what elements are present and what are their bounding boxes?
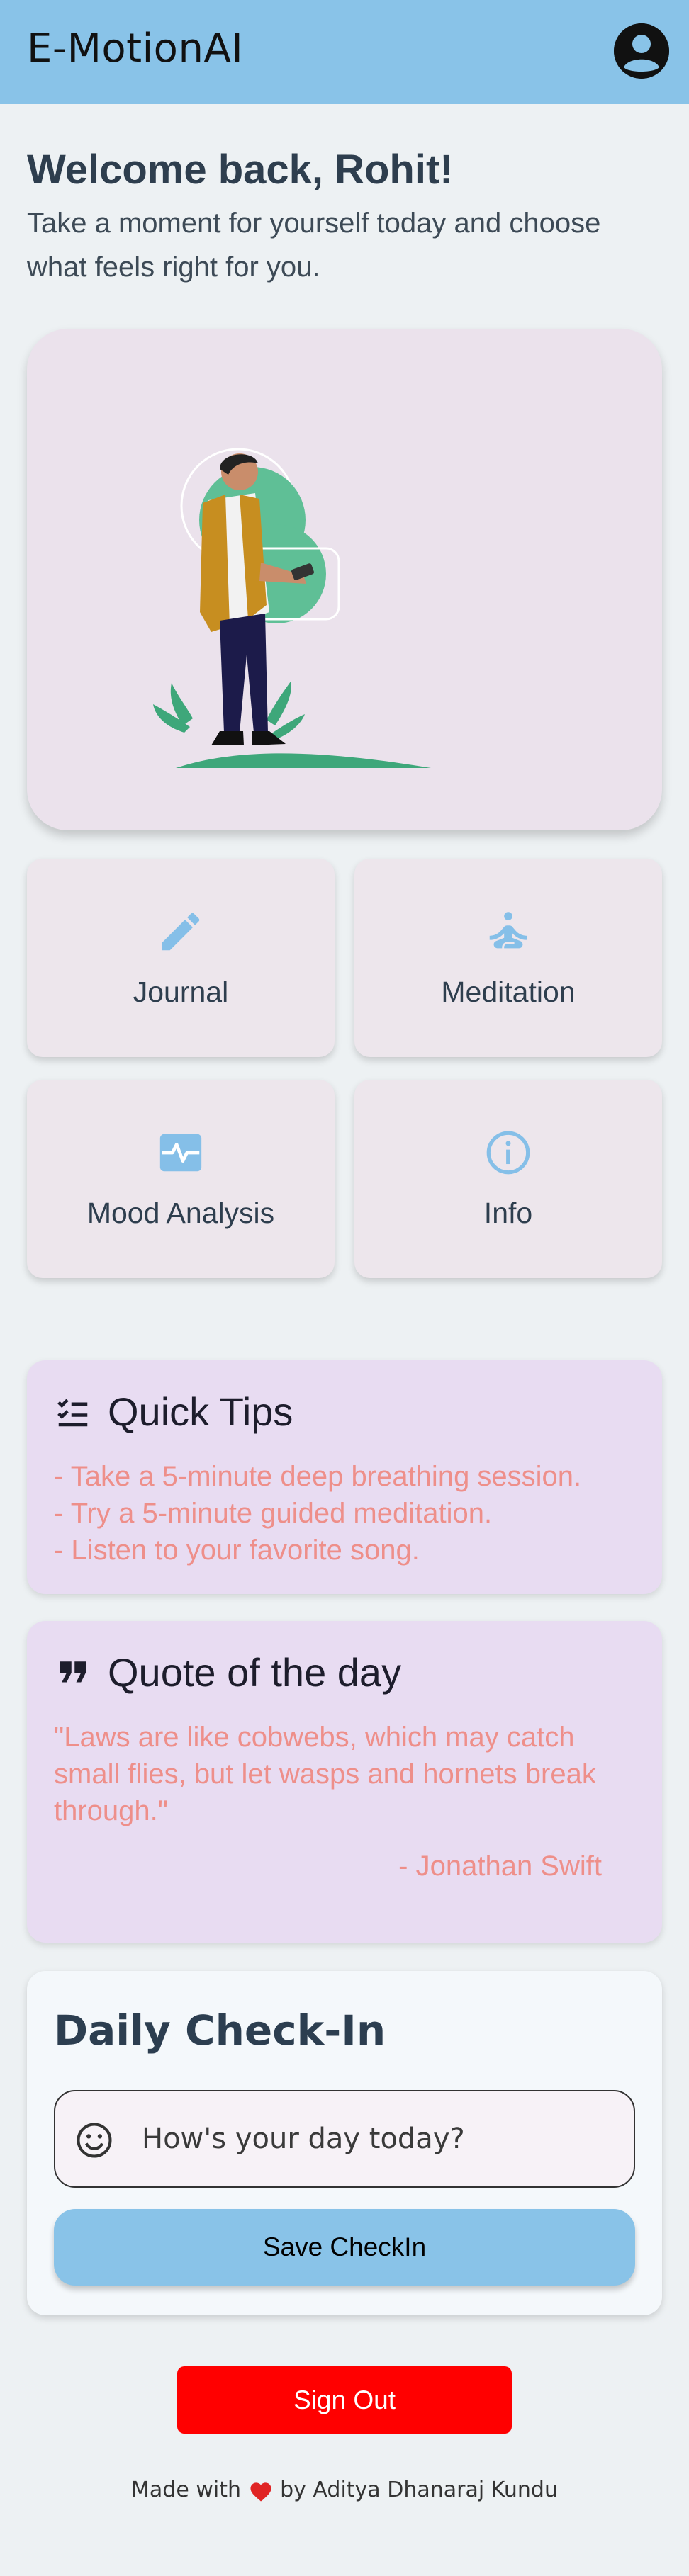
app-title: E-MotionAI [27,26,244,72]
quote-card: Quote of the day "Laws are like cobwebs,… [27,1621,662,1943]
meditation-tile[interactable]: Meditation [354,859,662,1057]
checkin-title: Daily Check-In [54,2006,386,2055]
format-quote-icon [60,1661,86,1682]
meditation-icon [489,912,527,949]
checkin-field[interactable] [54,2090,635,2188]
app-bar: E-MotionAI [0,0,689,104]
welcome-subtitle: Take a moment for yourself today and cho… [27,208,601,283]
quick-tips-card: Quick Tips - Take a 5-minute deep breath… [27,1360,662,1594]
tip-item: - Listen to your favorite song. [54,1535,420,1566]
sign-out-button[interactable]: Sign Out [177,2366,512,2434]
quick-tips-title: Quick Tips [108,1389,293,1434]
checkin-input[interactable] [142,2091,624,2186]
tile-label: Journal [133,976,229,1008]
mood-pulse-icon [159,1134,202,1172]
smiley-icon [77,2123,112,2158]
heart-icon [250,2482,271,2502]
checklist-icon [57,1399,88,1426]
tip-item: - Try a 5-minute guided meditation. [54,1498,493,1529]
tile-label: Info [483,1197,533,1229]
footer-prefix: Made with [131,2478,241,2502]
info-icon [486,1131,530,1175]
tile-label: Mood Analysis [86,1197,275,1229]
journal-tile[interactable]: Journal [27,859,335,1057]
person-with-phone-illustration [153,448,431,768]
tip-item: - Take a 5-minute deep breathing session… [54,1461,582,1492]
pencil-icon [162,913,200,951]
footer: Made with by Aditya Dhanaraj Kundu [0,2478,689,2502]
info-tile[interactable]: Info [354,1080,662,1278]
quote-author: - Jonathan Swift [398,1851,602,1882]
mood-analysis-tile[interactable]: Mood Analysis [27,1080,335,1278]
tile-label: Meditation [441,976,576,1008]
hero-card [27,329,662,830]
quote-title: Quote of the day [108,1650,402,1695]
tips-list: - Take a 5-minute deep breathing session… [54,1458,581,1569]
quote-text: "Laws are like cobwebs, which may catch … [54,1722,596,1826]
save-checkin-button[interactable]: Save CheckIn [54,2209,635,2286]
daily-checkin-card: Daily Check-In Save CheckIn [27,1971,662,2315]
footer-suffix: by Aditya Dhanaraj Kundu [280,2478,558,2502]
welcome-title: Welcome back, Rohit! [27,147,454,193]
account-circle-icon[interactable] [614,23,669,79]
